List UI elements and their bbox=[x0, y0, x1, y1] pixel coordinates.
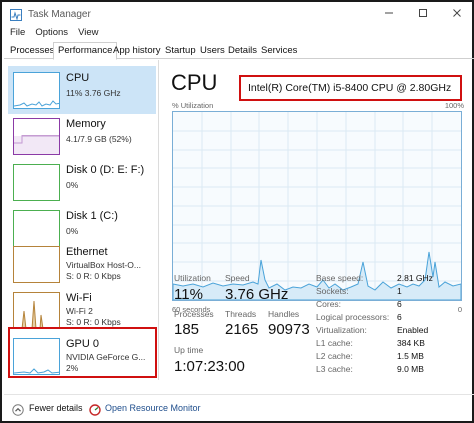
spec-l2-cache-label: L2 cache: bbox=[316, 351, 353, 361]
ethernet-thumbnail-graph bbox=[13, 246, 60, 283]
speed-label: Speed bbox=[225, 273, 250, 283]
disk0-thumbnail-graph bbox=[13, 164, 60, 201]
uptime-value: 1:07:23:00 bbox=[174, 358, 245, 375]
spec-logical-processors-label: Logical processors: bbox=[316, 312, 390, 322]
memory-thumbnail-graph bbox=[13, 118, 60, 155]
close-icon bbox=[452, 8, 462, 21]
spec-l1-cache-value: 384 KB bbox=[397, 338, 425, 348]
uptime-label: Up time bbox=[174, 345, 204, 355]
cpu-detail-panel: CPU Intel(R) Core(TM) i5-8400 CPU @ 2.80… bbox=[162, 60, 472, 380]
collapse-chevron-icon[interactable] bbox=[12, 403, 24, 421]
sidebar-disk0-usage: 0% bbox=[66, 180, 79, 190]
handles-value: 90973 bbox=[268, 321, 310, 338]
page-title: CPU bbox=[171, 70, 218, 95]
utilization-label: Utilization bbox=[174, 273, 211, 283]
open-resource-monitor-link[interactable]: Open Resource Monitor bbox=[105, 403, 201, 413]
processes-value: 185 bbox=[174, 321, 200, 338]
fewer-details-link[interactable]: Fewer details bbox=[29, 403, 83, 413]
cpu-model-label: Intel(R) Core(TM) i5-8400 CPU @ 2.80GHz bbox=[239, 75, 462, 101]
spec-sockets-value: 1 bbox=[397, 286, 402, 296]
sidebar-wifi-adapter: Wi-Fi 2 bbox=[66, 306, 93, 316]
window-title: Task Manager bbox=[28, 8, 91, 20]
graph-time-axis-end: 0 bbox=[457, 305, 462, 314]
tab-services[interactable]: Services bbox=[257, 43, 301, 59]
task-manager-icon bbox=[10, 8, 22, 21]
sidebar-cpu-title: CPU bbox=[66, 72, 90, 84]
minimize-icon bbox=[384, 8, 394, 21]
sidebar-disk1-usage: 0% bbox=[66, 226, 79, 236]
footer-bar: Fewer details Open Resource Monitor bbox=[4, 394, 474, 422]
spec-cores-label: Cores: bbox=[316, 299, 342, 309]
spec-virtualization-label: Virtualization: bbox=[316, 325, 367, 335]
spec-l1-cache-label: L1 cache: bbox=[316, 338, 353, 348]
minimize-button[interactable] bbox=[372, 4, 406, 24]
sidebar-item-ethernet[interactable]: Ethernet VirtualBox Host-O... S: 0 R: 0 … bbox=[8, 240, 156, 288]
tab-bar: Processes Performance App history Startu… bbox=[4, 42, 474, 60]
threads-value: 2165 bbox=[225, 321, 259, 338]
maximize-icon bbox=[418, 8, 428, 21]
title-bar: Task Manager bbox=[4, 4, 474, 24]
threads-label: Threads bbox=[225, 309, 257, 319]
tab-details[interactable]: Details bbox=[224, 43, 261, 59]
sidebar-wifi-throughput: S: 0 R: 0 Kbps bbox=[66, 317, 121, 327]
spec-base-speed-value: 2.81 GHz bbox=[397, 273, 433, 283]
spec-logical-processors-value: 6 bbox=[397, 312, 402, 322]
menu-options[interactable]: Options bbox=[35, 27, 68, 38]
tab-processes[interactable]: Processes bbox=[6, 43, 58, 59]
sidebar-ethernet-adapter: VirtualBox Host-O... bbox=[66, 260, 141, 270]
processes-label: Processes bbox=[174, 309, 214, 319]
sidebar-item-memory[interactable]: Memory 4.1/7.9 GB (52%) bbox=[8, 112, 156, 160]
spec-l3-cache-label: L3 cache: bbox=[316, 364, 353, 374]
sidebar-wifi-title: Wi-Fi bbox=[66, 292, 92, 304]
sidebar-memory-title: Memory bbox=[66, 118, 106, 130]
spec-base-speed-label: Base speed: bbox=[316, 273, 364, 283]
spec-l3-cache-value: 9.0 MB bbox=[397, 364, 424, 374]
sidebar-disk1-title: Disk 1 (C:) bbox=[66, 210, 118, 222]
wifi-thumbnail-graph bbox=[13, 292, 60, 329]
sidebar-cpu-usage: 11% 3.76 GHz bbox=[66, 88, 121, 98]
speed-value: 3.76 GHz bbox=[225, 286, 289, 303]
menu-view[interactable]: View bbox=[78, 27, 98, 38]
tab-app-history[interactable]: App history bbox=[109, 43, 165, 59]
utilization-value: 11% bbox=[174, 286, 203, 303]
sidebar-ethernet-throughput: S: 0 R: 0 Kbps bbox=[66, 271, 121, 281]
utilization-axis-label: % Utilization bbox=[172, 101, 214, 110]
sidebar-memory-usage: 4.1/7.9 GB (52%) bbox=[66, 134, 132, 144]
tab-startup[interactable]: Startup bbox=[161, 43, 200, 59]
sidebar-item-cpu[interactable]: CPU 11% 3.76 GHz bbox=[8, 66, 156, 114]
sidebar-ethernet-title: Ethernet bbox=[66, 246, 108, 258]
tab-performance[interactable]: Performance bbox=[53, 42, 118, 60]
resource-monitor-icon bbox=[89, 403, 101, 421]
spec-l2-cache-value: 1.5 MB bbox=[397, 351, 424, 361]
sidebar-item-disk0[interactable]: Disk 0 (D: E: F:) 0% bbox=[8, 158, 156, 206]
utilization-max-label: 100% bbox=[444, 101, 464, 110]
maximize-button[interactable] bbox=[406, 4, 440, 24]
close-button[interactable] bbox=[440, 4, 474, 24]
menu-file[interactable]: File bbox=[10, 27, 25, 38]
handles-label: Handles bbox=[268, 309, 300, 319]
spec-virtualization-value: Enabled bbox=[397, 325, 429, 335]
menu-bar: File Options View bbox=[4, 25, 102, 40]
cpu-thumbnail-graph bbox=[13, 72, 60, 109]
task-manager-window: Task Manager File Options View Processes… bbox=[0, 0, 474, 423]
spec-sockets-label: Sockets: bbox=[316, 286, 349, 296]
spec-cores-value: 6 bbox=[397, 299, 402, 309]
gpu-highlight-box bbox=[8, 327, 157, 378]
sidebar-disk0-title: Disk 0 (D: E: F:) bbox=[66, 164, 145, 176]
